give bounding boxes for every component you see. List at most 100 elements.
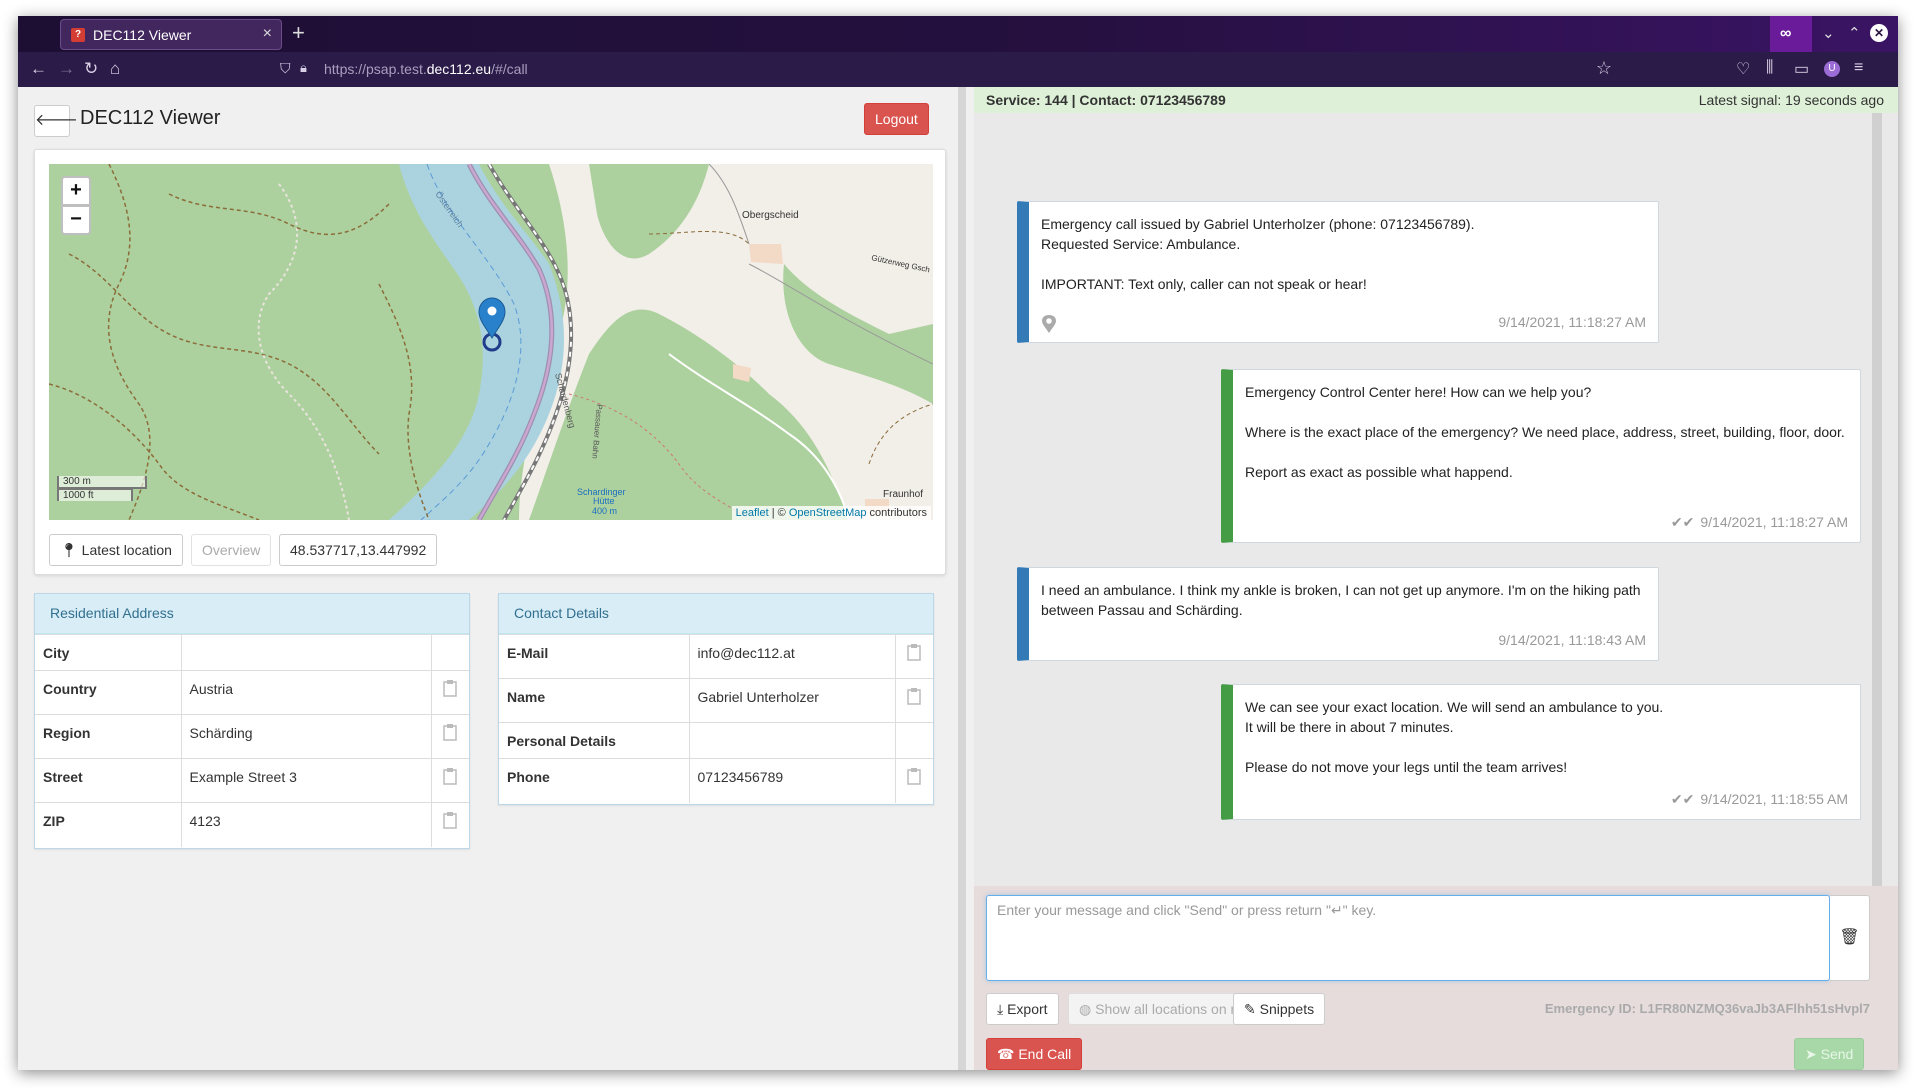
service-contact-label: Service: 144 | Contact: 07123456789 bbox=[986, 92, 1226, 108]
field-value: Gabriel Unterholzer bbox=[689, 678, 896, 723]
map-label-hutte: Hütte bbox=[593, 496, 615, 506]
close-tab-icon[interactable]: × bbox=[263, 25, 272, 43]
send-button[interactable]: ➤ Send bbox=[1794, 1038, 1865, 1070]
field-label: Region bbox=[35, 714, 182, 759]
table-row: City bbox=[35, 634, 469, 671]
copy-button[interactable] bbox=[431, 714, 469, 759]
clipboard-icon bbox=[443, 768, 457, 785]
chat-history[interactable]: Emergency call issued by Gabriel Unterho… bbox=[974, 113, 1898, 886]
panel-title: Contact Details bbox=[499, 594, 933, 634]
field-label: Personal Details bbox=[499, 722, 690, 759]
double-check-icon: ✔✔ bbox=[1670, 791, 1695, 807]
message-timestamp: 9/14/2021, 11:18:43 AM bbox=[1498, 632, 1646, 648]
field-label: E-Mail bbox=[499, 634, 690, 679]
location-pin-icon[interactable] bbox=[1041, 314, 1057, 334]
field-value: 07123456789 bbox=[689, 758, 896, 803]
call-status-bar: Service: 144 | Contact: 07123456789 Late… bbox=[974, 87, 1898, 113]
table-row: ZIP 4123 bbox=[35, 802, 469, 847]
message-incoming: I need an ambulance. I think my ankle is… bbox=[1017, 567, 1659, 661]
contact-table: E-Mail info@dec112.at Name Gabriel Unter… bbox=[499, 634, 933, 803]
message-input[interactable] bbox=[986, 895, 1830, 981]
clipboard-icon bbox=[907, 688, 921, 705]
home-icon[interactable]: ⌂ bbox=[110, 59, 120, 79]
mask-icon: ∞ bbox=[1780, 25, 1792, 42]
map-attribution: Leaflet | © OpenStreetMap contributors bbox=[731, 506, 931, 520]
url-text[interactable]: https://psap.test.dec112.eu/#/call bbox=[324, 61, 528, 77]
url-bar[interactable]: ⛉ 🔒︎ https://psap.test.dec112.eu/#/call … bbox=[278, 56, 1618, 83]
copy-button[interactable] bbox=[895, 634, 933, 679]
private-mode-indicator: ∞ bbox=[1770, 16, 1812, 52]
message-outgoing: Emergency Control Center here! How can w… bbox=[1221, 369, 1861, 543]
pencil-icon: ✎ bbox=[1244, 1001, 1256, 1017]
sidebar-icon[interactable]: ▭ bbox=[1794, 59, 1809, 79]
coordinates-button[interactable]: 48.537717,13.447992 bbox=[279, 534, 438, 566]
export-button[interactable]: ⤓ Export bbox=[986, 993, 1059, 1025]
leaflet-link[interactable]: Leaflet bbox=[736, 507, 769, 519]
copy-button[interactable] bbox=[895, 758, 933, 803]
phone-icon: ☎ bbox=[997, 1046, 1015, 1062]
browser-tab[interactable]: ? DEC112 Viewer × bbox=[60, 19, 282, 50]
copy-cell bbox=[431, 634, 469, 671]
minimize-icon[interactable]: ⌃ bbox=[1848, 24, 1861, 42]
field-label: ZIP bbox=[35, 802, 182, 847]
shield-icon[interactable]: ⛉ bbox=[280, 60, 291, 77]
table-row: Region Schärding bbox=[35, 714, 469, 759]
contact-details-panel: Contact Details E-Mail info@dec112.at Na… bbox=[498, 593, 934, 805]
back-button[interactable]: 🡐 bbox=[34, 105, 78, 137]
osm-link[interactable]: OpenStreetMap bbox=[789, 507, 867, 519]
pocket-icon[interactable]: ♡ bbox=[1736, 59, 1750, 79]
new-tab-button[interactable]: + bbox=[292, 20, 305, 46]
location-map[interactable]: Obergscheid Gützerweg Gsch Fraunhof Scha… bbox=[49, 164, 933, 520]
message-text: We can see your exact location. We will … bbox=[1245, 699, 1664, 775]
left-pane: 🡐 DEC112 Viewer Logout Obergscheid Gütze… bbox=[18, 87, 958, 1070]
table-row: Phone 07123456789 bbox=[499, 758, 933, 803]
tab-strip-controls: ∞ ⌄ ⌃ ✕ bbox=[1768, 16, 1898, 52]
copy-button[interactable] bbox=[431, 758, 469, 803]
panel-title: Residential Address bbox=[35, 594, 469, 634]
table-row: Street Example Street 3 bbox=[35, 758, 469, 803]
chat-scrollbar[interactable] bbox=[1872, 113, 1882, 886]
clipboard-icon bbox=[443, 724, 457, 741]
map-label-fraunhof: Fraunhof bbox=[883, 489, 923, 500]
list-tabs-icon[interactable]: ⌄ bbox=[1822, 24, 1835, 42]
pane-divider[interactable] bbox=[958, 87, 966, 1070]
logout-button[interactable]: Logout bbox=[864, 103, 929, 135]
close-window-icon[interactable]: ✕ bbox=[1870, 24, 1888, 42]
end-call-button[interactable]: ☎ End Call bbox=[986, 1038, 1083, 1070]
app: 🡐 DEC112 Viewer Logout Obergscheid Gütze… bbox=[18, 87, 1898, 1070]
library-icon[interactable]: ⫼ bbox=[1766, 59, 1773, 77]
chat-pane: Service: 144 | Contact: 07123456789 Late… bbox=[974, 87, 1898, 1070]
latest-location-button[interactable]: 📍︎ Latest location bbox=[49, 534, 183, 566]
map-label-obergscheid: Obergscheid bbox=[742, 210, 799, 221]
tab-title: DEC112 Viewer bbox=[93, 27, 192, 43]
reload-icon[interactable]: ↻ bbox=[84, 59, 98, 79]
map-label-elevation: 400 m bbox=[592, 506, 617, 516]
browser-nav-bar: ← → ↻ ⌂ ⛉ 🔒︎ https://psap.test.dec112.eu… bbox=[18, 52, 1898, 87]
scale-imperial: 1000 ft bbox=[57, 488, 133, 501]
overview-button[interactable]: Overview bbox=[191, 534, 272, 566]
extension-icon[interactable]: U bbox=[1824, 61, 1840, 77]
zoom-out-button[interactable]: − bbox=[61, 205, 91, 235]
table-row: Country Austria bbox=[35, 670, 469, 715]
bookmark-star-icon[interactable]: ☆ bbox=[1596, 58, 1612, 79]
send-icon: ➤ bbox=[1805, 1046, 1817, 1062]
clear-message-button[interactable]: 🗑︎ bbox=[1830, 895, 1870, 981]
field-label: Street bbox=[35, 758, 182, 803]
globe-icon: ◍ bbox=[1079, 1001, 1092, 1017]
copy-button[interactable] bbox=[431, 670, 469, 715]
menu-icon[interactable]: ≡ bbox=[1854, 59, 1863, 77]
back-arrow-icon[interactable]: ← bbox=[30, 59, 47, 79]
clipboard-icon bbox=[907, 644, 921, 661]
copy-button[interactable] bbox=[431, 802, 469, 847]
table-row: E-Mail info@dec112.at bbox=[499, 634, 933, 679]
snippets-button[interactable]: ✎ Snippets bbox=[1233, 993, 1326, 1025]
message-meta: ✔✔ 9/14/2021, 11:18:27 AM bbox=[1671, 512, 1848, 532]
zoom-in-button[interactable]: + bbox=[61, 176, 91, 206]
forward-arrow-icon[interactable]: → bbox=[58, 59, 75, 79]
lock-icon[interactable]: 🔒︎ bbox=[300, 60, 307, 76]
address-table: City Country Austria Region Schärding St… bbox=[35, 634, 469, 847]
copy-button[interactable] bbox=[895, 678, 933, 723]
field-label: Name bbox=[499, 678, 690, 723]
field-value: 4123 bbox=[181, 802, 432, 847]
clipboard-icon bbox=[443, 812, 457, 829]
